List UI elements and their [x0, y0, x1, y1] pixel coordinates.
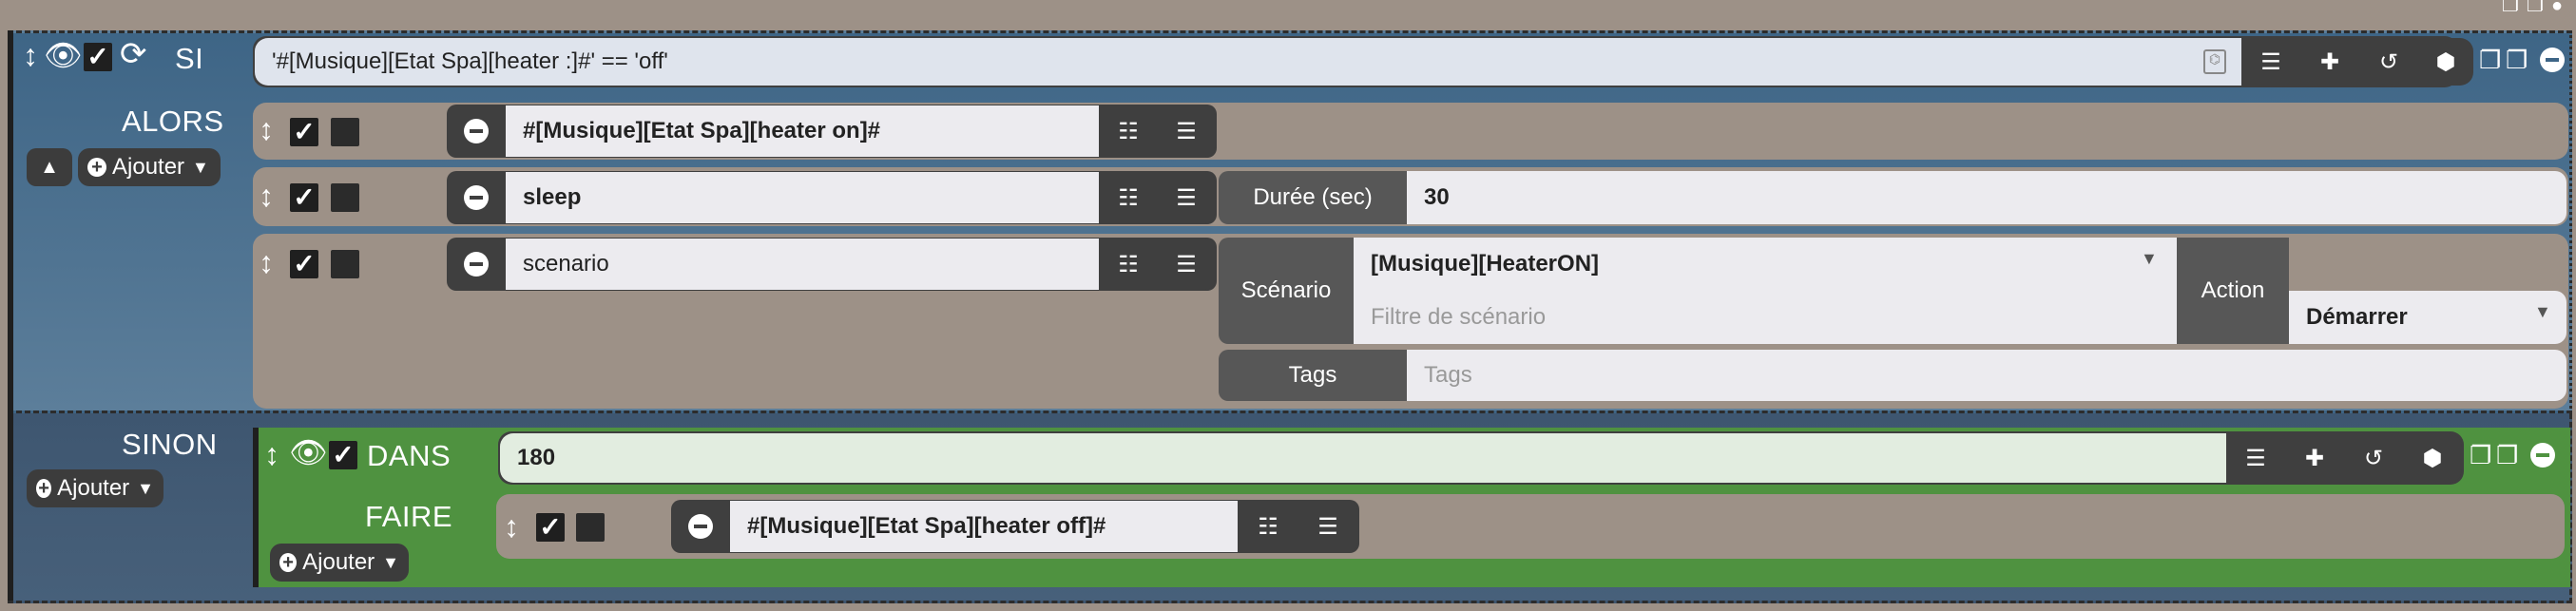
expression-helper-icon[interactable]: ⌬ [2203, 49, 2226, 74]
alors-ajouter-button[interactable]: + Ajouter ▼ [78, 148, 221, 186]
caret-down-icon: ▼ [382, 552, 399, 572]
sinon-ajouter-button[interactable]: + Ajouter ▼ [27, 469, 163, 507]
block-left-border [8, 30, 13, 601]
scenario-filter-input[interactable]: Filtre de scénario [1354, 291, 2177, 344]
duration-input[interactable]: 30 [1407, 171, 2566, 224]
action-command-input[interactable]: sleep [506, 172, 1099, 223]
checklist-icon[interactable]: ☷ [1099, 105, 1158, 157]
eye-icon[interactable]: 👁 [289, 437, 328, 468]
action-label: Action [2177, 238, 2289, 344]
dans-enable-checkbox[interactable]: ✓ [329, 441, 357, 469]
plus-icon: + [279, 553, 298, 572]
alors-label: ALORS [122, 105, 224, 138]
scenario-select-value: [Musique][HeaterON] [1371, 251, 1600, 277]
remove-action-icon[interactable] [464, 185, 489, 210]
sinon-label: SINON [122, 428, 218, 461]
eye-icon[interactable]: 👁 [44, 40, 83, 70]
action-parallel-checkbox[interactable] [331, 118, 359, 146]
drag-handle-icon[interactable]: ↕ [259, 247, 274, 277]
faire-ajouter-button[interactable]: + Ajouter ▼ [270, 544, 409, 582]
list-icon[interactable]: ☰ [1158, 105, 1215, 157]
checklist-icon[interactable]: ☷ [1099, 239, 1158, 290]
drag-handle-icon[interactable]: ↕ [259, 114, 274, 144]
caret-down-icon: ▼ [2141, 249, 2158, 268]
paste-block-icon[interactable]: ❐ [2496, 441, 2518, 470]
remove-action-icon[interactable] [464, 252, 489, 277]
plus-icon: + [87, 158, 106, 177]
action-enable-checkbox[interactable]: ✓ [536, 513, 565, 542]
copy-block-icon[interactable]: ❐ [2470, 441, 2491, 470]
action-parallel-checkbox[interactable] [576, 513, 605, 542]
ajouter-label: Ajouter [112, 154, 185, 180]
caret-down-icon: ▼ [192, 157, 209, 177]
action-command-input[interactable]: scenario [506, 239, 1099, 290]
faire-label: FAIRE [365, 500, 453, 533]
drag-handle-icon[interactable]: ↕ [264, 439, 279, 469]
cube-icon[interactable]: ⬢ [2403, 433, 2462, 483]
action-parallel-checkbox[interactable] [331, 183, 359, 212]
remove-block-icon[interactable] [2540, 48, 2565, 72]
refresh-icon[interactable]: ⟳ [120, 38, 147, 70]
si-enable-checkbox[interactable]: ✓ [84, 43, 112, 71]
action-select-value: Démarrer [2306, 304, 2408, 330]
action-enable-checkbox[interactable]: ✓ [290, 118, 318, 146]
plus-icon: + [36, 479, 52, 498]
caret-down-icon: ▼ [137, 478, 154, 498]
action-command-input[interactable]: #[Musique][Etat Spa][heater off]# [730, 501, 1238, 552]
scenario-label: Scénario [1219, 238, 1354, 344]
duration-label: Durée (sec) [1219, 171, 1407, 224]
action-enable-checkbox[interactable]: ✓ [290, 250, 318, 278]
drag-handle-icon[interactable]: ↕ [504, 511, 519, 542]
puzzle-icon[interactable]: ✚ [2285, 433, 2344, 483]
tags-label: Tags [1219, 350, 1407, 401]
copy-icon[interactable]: ❐ [2502, 0, 2521, 11]
dans-input[interactable]: 180 [500, 433, 2226, 483]
paste-icon[interactable]: ❐ [2527, 0, 2546, 11]
list-icon[interactable]: ☰ [2241, 38, 2300, 86]
ajouter-label: Ajouter [57, 475, 130, 501]
history-icon[interactable]: ↺ [2344, 433, 2403, 483]
action-select[interactable]: Démarrer [2289, 291, 2566, 344]
dans-label: DANS [367, 439, 452, 472]
puzzle-icon[interactable]: ✚ [2300, 38, 2359, 86]
tags-input[interactable]: Tags [1407, 350, 2566, 401]
checklist-icon[interactable]: ☷ [1238, 501, 1298, 552]
remove-block-icon[interactable] [2530, 443, 2555, 468]
list-icon[interactable]: ☰ [1298, 501, 1357, 552]
copy-block-icon[interactable]: ❐ [2479, 46, 2501, 75]
list-icon[interactable]: ☰ [1158, 172, 1215, 223]
list-icon[interactable]: ☰ [2226, 433, 2285, 483]
action-command-input[interactable]: #[Musique][Etat Spa][heater on]# [506, 105, 1099, 157]
remove-action-icon[interactable] [464, 119, 489, 143]
condition-input[interactable]: '#[Musique][Etat Spa][heater :]#' == 'of… [255, 38, 2241, 86]
action-enable-checkbox[interactable]: ✓ [290, 183, 318, 212]
history-icon[interactable]: ↺ [2359, 38, 2418, 86]
cube-icon[interactable]: ⬢ [2418, 38, 2473, 86]
drag-handle-icon[interactable]: ↕ [23, 40, 38, 70]
list-icon[interactable]: ☰ [1158, 239, 1215, 290]
ajouter-label: Ajouter [302, 549, 375, 575]
top-toolbar: ❐ ❐ ● [2502, 0, 2570, 11]
checklist-icon[interactable]: ☷ [1099, 172, 1158, 223]
collapse-up-icon[interactable]: ▲ [27, 148, 72, 186]
remove-action-icon[interactable] [688, 514, 713, 539]
remove-circle-icon[interactable]: ● [2551, 0, 2570, 11]
action-parallel-checkbox[interactable] [331, 250, 359, 278]
caret-down-icon: ▼ [2534, 302, 2551, 321]
scenario-select[interactable]: [Musique][HeaterON] [1354, 238, 2177, 291]
drag-handle-icon[interactable]: ↕ [259, 181, 274, 211]
paste-block-icon[interactable]: ❐ [2506, 46, 2528, 75]
si-label: SI [175, 42, 204, 75]
